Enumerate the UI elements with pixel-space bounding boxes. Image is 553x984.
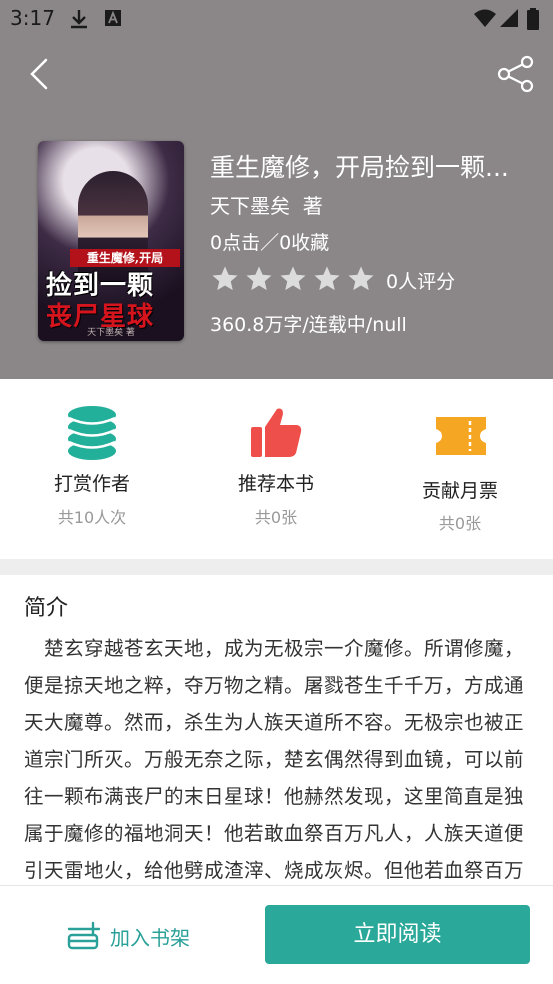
- status-time: 3:17: [10, 6, 55, 30]
- rating-stars: [210, 264, 376, 294]
- book-author[interactable]: 天下墨矣 著: [210, 190, 323, 219]
- cover-author: 天下墨矣 著: [87, 328, 135, 338]
- rating-count: 0人评分: [386, 271, 456, 293]
- star-icon: [348, 266, 374, 291]
- monthly-ticket-label: 贡献月票: [421, 480, 498, 502]
- back-button[interactable]: [20, 54, 60, 94]
- book-cover[interactable]: 重生魔修,开局 捡到一颗 丧尸星球 天下墨矣 著: [38, 141, 184, 341]
- book-header: 重生魔修,开局 捡到一颗 丧尸星球 天下墨矣 著 重生魔修，开局捡到一颗... …: [0, 36, 553, 379]
- thumbs-up-icon: [251, 408, 302, 457]
- ticket-icon: [436, 417, 486, 455]
- share-icon: [497, 55, 534, 93]
- book-title: 重生魔修，开局捡到一颗...: [210, 153, 509, 182]
- download-icon: [71, 10, 87, 29]
- recommend-book-button[interactable]: 推荐本书 共0张: [184, 379, 368, 549]
- intro-title: 简介: [24, 596, 69, 621]
- bookshelf-add-icon: [67, 921, 100, 950]
- wifi-icon: [474, 9, 496, 27]
- action-row: 打赏作者 共10人次 推荐本书 共0张 贡献月票 共0张: [0, 379, 553, 559]
- section-divider: [0, 559, 553, 575]
- bottom-bar: 加入书架 立即阅读: [0, 885, 553, 984]
- tip-author-label: 打赏作者: [53, 473, 130, 495]
- status-bar: 3:17: [0, 0, 553, 36]
- intro-text[interactable]: 楚玄穿越苍玄天地，成为无极宗一介魔修。所谓修魔，便是掠天地之粹，夺万物之精。屠戮…: [24, 630, 528, 884]
- star-icon: [314, 266, 340, 291]
- recommend-book-label: 推荐本书: [237, 473, 314, 495]
- monthly-ticket-button[interactable]: 贡献月票 共0张: [368, 379, 552, 549]
- book-meta: 360.8万字/连载中/null: [210, 314, 407, 336]
- signal-icon: [500, 9, 518, 27]
- book-stats: 0点击／0收藏: [210, 232, 330, 254]
- share-button[interactable]: [494, 54, 538, 94]
- add-to-shelf-button[interactable]: 加入书架: [66, 916, 190, 956]
- read-now-button[interactable]: 立即阅读: [265, 905, 530, 964]
- battery-icon: [527, 8, 539, 30]
- chevron-left-icon: [30, 58, 48, 90]
- add-to-shelf-label: 加入书架: [110, 925, 190, 950]
- tip-author-count: 共10人次: [57, 508, 127, 527]
- coins-icon: [68, 406, 116, 460]
- tip-author-button[interactable]: 打赏作者 共10人次: [0, 379, 184, 549]
- monthly-ticket-count: 共0张: [438, 514, 482, 533]
- recommend-book-count: 共0张: [254, 508, 298, 527]
- star-icon: [212, 266, 238, 291]
- text-a-icon: [105, 10, 121, 26]
- star-icon: [246, 266, 272, 291]
- star-icon: [280, 266, 306, 291]
